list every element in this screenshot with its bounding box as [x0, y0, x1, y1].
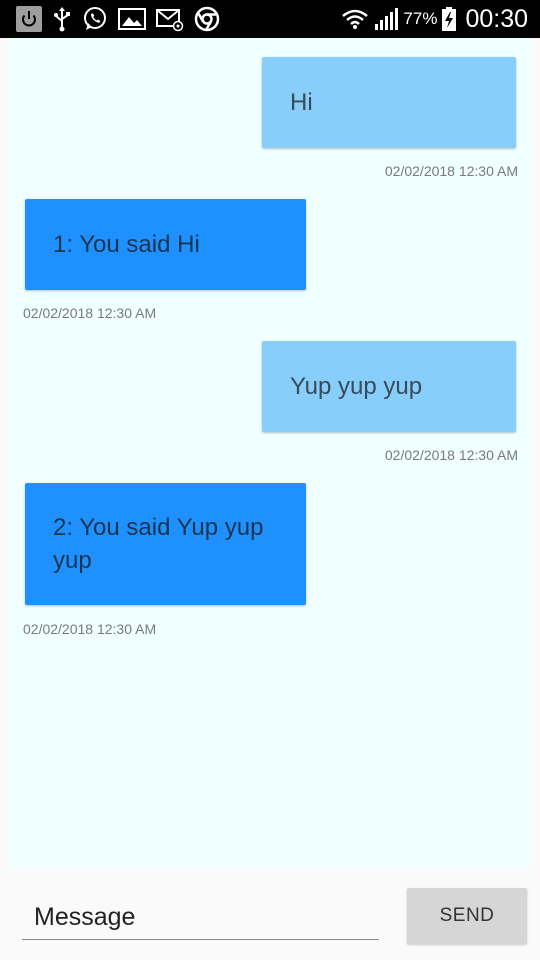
message-input[interactable]: [22, 896, 379, 940]
usb-icon: [52, 6, 72, 32]
status-clock: 00:30: [465, 4, 528, 33]
status-bar: 77% 00:30: [0, 0, 540, 38]
battery-percentage: 77%: [403, 9, 438, 28]
message-timestamp: 02/02/2018 12:30 AM: [384, 447, 518, 463]
message-composer: SEND: [0, 868, 540, 960]
wifi-icon: [341, 6, 369, 32]
message-text: Hi: [290, 89, 313, 116]
message-text: Yup yup yup: [290, 373, 423, 400]
message-text: 2: You said Yup yup yup: [53, 514, 264, 574]
send-button[interactable]: SEND: [407, 888, 527, 944]
image-icon: [118, 6, 146, 32]
received-message-bubble: 1: You said Hi: [25, 199, 306, 290]
email-icon: [156, 6, 184, 32]
chat-messages-list[interactable]: Hi 02/02/2018 12:30 AM 1: You said Hi 02…: [9, 38, 531, 868]
chrome-icon: [194, 6, 220, 32]
signal-icon: [373, 6, 399, 32]
sent-message-bubble: Yup yup yup: [262, 341, 516, 432]
sent-message-bubble: Hi: [262, 57, 516, 148]
whatsapp-icon: [82, 6, 108, 32]
received-message-bubble: 2: You said Yup yup yup: [25, 483, 306, 605]
power-icon: [16, 6, 42, 32]
message-text: 1: You said Hi: [53, 231, 200, 258]
message-timestamp: 02/02/2018 12:30 AM: [23, 621, 157, 637]
system-indicators: 77% 00:30: [341, 0, 528, 38]
message-timestamp: 02/02/2018 12:30 AM: [23, 305, 157, 321]
battery-icon: [441, 6, 457, 32]
message-timestamp: 02/02/2018 12:30 AM: [384, 163, 518, 179]
notification-icons: [16, 0, 230, 38]
